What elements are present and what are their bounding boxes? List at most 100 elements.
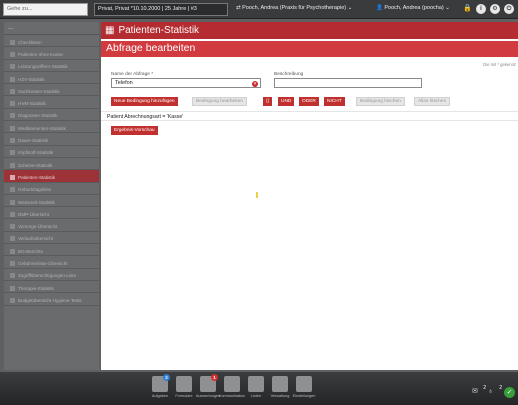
- sidebar-item[interactable]: Zugriffsberechtigungen-Liste: [4, 269, 99, 281]
- sidebar-item[interactable]: Medikamenten-Statistik: [4, 121, 99, 134]
- sidebar-item[interactable]: Vorsorge-Übersicht: [4, 219, 99, 232]
- taskbar-item[interactable]: Verwaltung: [270, 376, 290, 400]
- add-condition-button[interactable]: Neue Bedingung hinzufügen: [111, 97, 178, 106]
- sidebar-item[interactable]: Checklisten: [4, 35, 99, 48]
- and-button[interactable]: UND: [278, 97, 295, 106]
- sidebar-item-label: Checklisten: [18, 39, 42, 45]
- condition-text: Patient Abrechnungsart = 'Kasse': [107, 114, 184, 120]
- delete-all-button[interactable]: Alles löschen: [414, 97, 451, 106]
- taskbar-app-icon: [248, 376, 264, 392]
- logout-icon[interactable]: ⏻: [504, 4, 514, 14]
- taskbar-item[interactable]: Listen: [246, 376, 266, 400]
- status-check-icon[interactable]: ✓: [504, 386, 515, 398]
- window-title-bar: ▦ Patienten-Statistik: [101, 22, 518, 39]
- sidebar-item[interactable]: BG-Berichte: [4, 244, 99, 257]
- sidebar-item[interactable]: Patienten-Statistik: [4, 170, 99, 183]
- or-button[interactable]: ODER: [299, 97, 319, 106]
- sidebar-menu-button[interactable]: ...: [4, 22, 99, 35]
- sidebar-item-label: Patienten ohne Kasse: [18, 51, 63, 57]
- sidebar-item-label: Gebührenliste-Übersicht: [18, 260, 68, 266]
- taskbar-item[interactable]: Kommunikation: [219, 376, 245, 400]
- sidebar-item[interactable]: Scheine-Statistik: [4, 158, 99, 171]
- practice-label: Pooch, Andrea (Praxis für Psychotherapie…: [242, 5, 347, 11]
- sidebar-item[interactable]: Therapie-Statistik: [4, 281, 99, 294]
- description-field[interactable]: [274, 78, 422, 88]
- taskbar-app-icon: [224, 376, 240, 392]
- statistic-icon: [10, 224, 15, 230]
- sidebar-item-label: Budgetübersicht Hygiene-Tests: [18, 297, 82, 303]
- clear-icon[interactable]: ✕: [252, 80, 258, 87]
- stethoscope-icon[interactable]: ♁ 2: [488, 385, 502, 398]
- statistic-icon: [10, 101, 15, 107]
- sidebar-item-label: Patienten-Statistik: [18, 174, 56, 180]
- practice-selector[interactable]: ⇄ Pooch, Andrea (Praxis für Psychotherap…: [236, 5, 352, 11]
- lock-icon[interactable]: 🔒: [463, 4, 472, 14]
- edit-condition-button[interactable]: Bedingung bearbeiten: [192, 97, 247, 106]
- statistic-icon: [10, 236, 15, 242]
- sidebar-item[interactable]: Impfstoff-Statistik: [4, 146, 99, 158]
- sidebar-item-label: BG-Berichte: [18, 248, 44, 254]
- user-menu[interactable]: 👤 Pooch, Andrea (poocha) ⌄: [376, 5, 450, 11]
- chevron-down-icon: ⌄: [347, 5, 353, 11]
- sidebar-item-label: Diagnosen-Statistik: [18, 113, 58, 119]
- sidebar-item[interactable]: Dauer-Statistik: [4, 133, 99, 146]
- statistic-icon: [10, 199, 15, 205]
- not-button[interactable]: NICHT: [324, 97, 345, 106]
- parentheses-button[interactable]: (): [263, 97, 273, 106]
- taskbar-app-icon: [296, 376, 312, 392]
- taskbar-item[interactable]: 2 Aufgaben: [150, 374, 170, 400]
- sidebar-item[interactable]: Diagnosen-Statistik: [4, 109, 99, 122]
- sidebar-item[interactable]: Sachkosten-Statistik: [4, 84, 99, 97]
- sidebar-item-label: DMP-Übersicht: [18, 211, 50, 217]
- statistic-icon: [10, 138, 15, 144]
- sidebar-item[interactable]: HZV-Statistik: [4, 72, 99, 85]
- statistic-icon: [10, 162, 15, 168]
- window-title: Patienten-Statistik: [118, 25, 200, 36]
- sidebar-item[interactable]: Leistungsziffern-Statistik: [4, 60, 99, 72]
- query-name-value: Telefon: [115, 80, 133, 86]
- sidebar-item[interactable]: Verlaufsübersicht: [4, 232, 99, 245]
- help-icon[interactable]: i: [476, 4, 486, 14]
- sidebar-item-label: Impfstoff-Statistik: [18, 150, 54, 156]
- taskbar-item[interactable]: Formulare: [174, 376, 194, 400]
- current-patient-selector[interactable]: Privat, Privat *10.10.2000 | 25 Jahre | …: [94, 3, 228, 16]
- settings-icon[interactable]: ⚙: [490, 4, 500, 14]
- chevron-down-icon: ⌄: [445, 5, 450, 11]
- sidebar-item-label: Leistungsziffern-Statistik: [18, 64, 68, 70]
- delete-condition-button[interactable]: Bedingung löschen: [356, 97, 405, 106]
- table-icon: ▦: [105, 25, 115, 36]
- statistic-icon: [10, 260, 15, 266]
- sidebar-item[interactable]: Budgetübersicht Hygiene-Tests: [4, 293, 99, 306]
- sidebar-item-label: Verlaufsübersicht: [18, 236, 54, 242]
- sidebar-item-label: HVM-Statistik: [18, 101, 46, 107]
- sidebar-item[interactable]: Gebührenliste-Übersicht: [4, 256, 99, 269]
- sidebar-item[interactable]: Wartezeit-Statistik: [4, 195, 99, 208]
- goto-search-input[interactable]: Gehe zu...: [3, 3, 88, 16]
- sidebar-item-label: Vorsorge-Übersicht: [18, 224, 58, 230]
- sidebar: ... Checklisten Patienten ohne Kasse Leist…: [4, 22, 99, 370]
- statistic-icon: [10, 150, 15, 156]
- statistic-icon: [10, 248, 15, 254]
- sidebar-item-label: Therapie-Statistik: [18, 285, 54, 291]
- query-name-field[interactable]: Telefon ✕: [111, 78, 261, 88]
- sidebar-item[interactable]: Geburtstagsliste: [4, 183, 99, 195]
- taskbar-app-icon: [272, 376, 288, 392]
- taskbar-item[interactable]: Einstellungen: [293, 376, 315, 400]
- statistic-icon: [10, 51, 15, 57]
- required-note: Die mit * gekennz: [483, 62, 516, 67]
- taskbar-item[interactable]: 1 Auswertungen: [196, 374, 220, 400]
- taskbar-item-label: Einstellungen: [292, 394, 316, 398]
- statistic-icon: [10, 187, 15, 193]
- sidebar-item[interactable]: HVM-Statistik: [4, 96, 99, 109]
- condition-row[interactable]: Patient Abrechnungsart = 'Kasse': [101, 111, 518, 121]
- result-preview-button[interactable]: Ergebnis-Vorschau: [111, 126, 158, 135]
- mouse-cursor: [256, 192, 258, 198]
- main-window: ▦ Patienten-Statistik Abfrage bearbeiten…: [101, 22, 518, 391]
- mail-icon[interactable]: ✉ 2: [472, 385, 486, 398]
- statistic-icon: [10, 113, 15, 119]
- sidebar-item[interactable]: DMP-Übersicht: [4, 207, 99, 220]
- description-label: Beschreibung: [274, 72, 304, 77]
- sidebar-item[interactable]: Patienten ohne Kasse: [4, 47, 99, 60]
- switch-icon: ⇄: [236, 5, 241, 11]
- sidebar-item-label: Medikamenten-Statistik: [18, 125, 66, 131]
